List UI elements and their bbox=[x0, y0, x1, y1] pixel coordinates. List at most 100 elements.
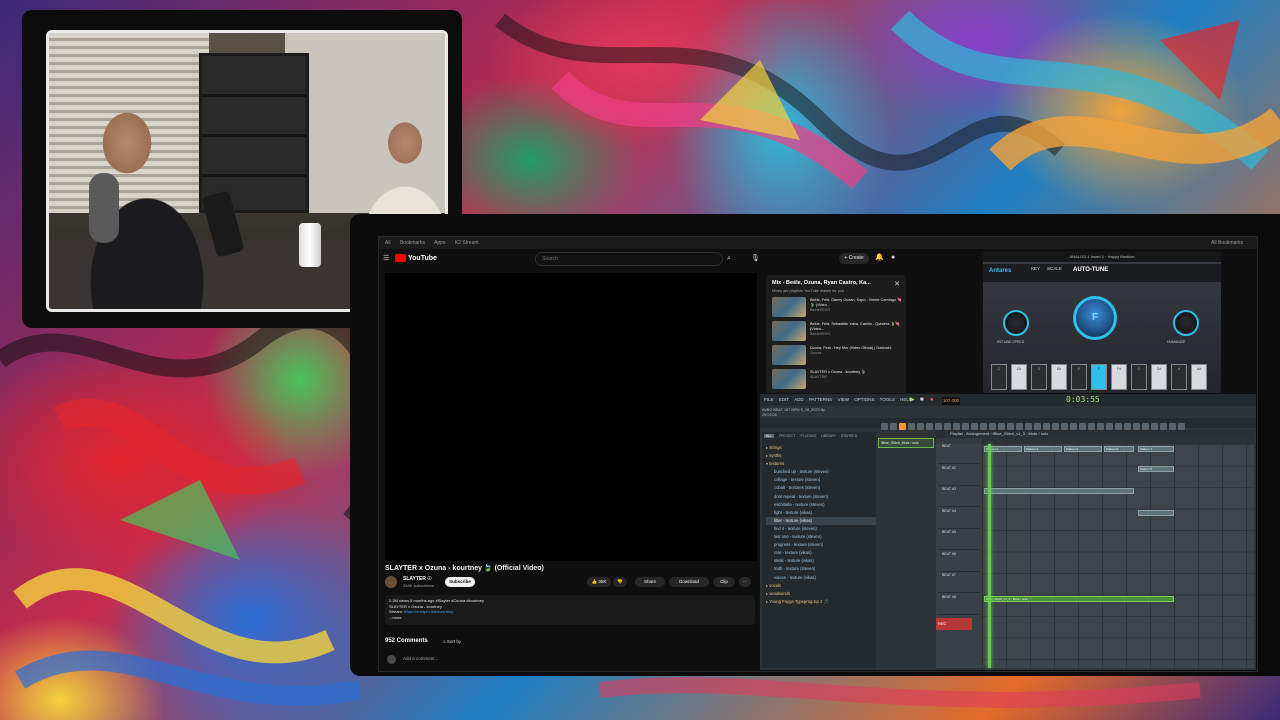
search-icon[interactable]: ⌕ bbox=[727, 254, 731, 264]
dislike-button[interactable]: 👎 bbox=[613, 577, 627, 587]
track-header[interactable]: BEAT #7 bbox=[938, 573, 980, 593]
scale-tab[interactable]: SCALE bbox=[1047, 266, 1062, 271]
browser-tab-plugins[interactable]: PLUGINS bbox=[801, 434, 816, 438]
browser-tab-starred[interactable]: STARRED bbox=[841, 434, 857, 438]
record-arm-button[interactable]: REC bbox=[936, 618, 972, 630]
tool-icon[interactable] bbox=[926, 422, 933, 430]
track-header[interactable]: BEAT bbox=[938, 444, 980, 464]
profile-icon[interactable]: ● bbox=[891, 253, 895, 263]
bookmark-apps[interactable]: Apps bbox=[434, 240, 445, 246]
tree-item[interactable]: collage - texture (steven) bbox=[766, 476, 876, 484]
clip-button[interactable]: Clip bbox=[713, 577, 735, 587]
tempo-display[interactable]: 107.000 bbox=[942, 397, 960, 405]
pattern-clip[interactable]: Pattern 3 bbox=[1064, 446, 1102, 452]
tree-item[interactable]: fight - texture (vikas) bbox=[766, 509, 876, 517]
tree-item[interactable]: static - texture (vikas) bbox=[766, 557, 876, 565]
tool-icon[interactable] bbox=[1025, 422, 1032, 430]
key-knob[interactable]: F bbox=[1073, 296, 1117, 340]
sort-by-button[interactable]: ≡ Sort by bbox=[443, 639, 461, 644]
tree-item[interactable]: last one - texture (steven) bbox=[766, 533, 876, 541]
tool-icon[interactable] bbox=[1133, 422, 1140, 430]
tool-icon[interactable] bbox=[899, 422, 906, 430]
tool-icon[interactable] bbox=[1061, 422, 1068, 430]
scale-key[interactable]: D# bbox=[1051, 364, 1067, 390]
like-button[interactable]: 👍 35K bbox=[587, 577, 611, 587]
tool-icon[interactable] bbox=[1160, 422, 1167, 430]
scale-key[interactable]: E bbox=[1071, 364, 1087, 390]
tool-icon[interactable] bbox=[1178, 422, 1185, 430]
retune-speed-knob[interactable] bbox=[1003, 310, 1029, 336]
menu-add[interactable]: ADD bbox=[794, 397, 804, 402]
channel-avatar[interactable] bbox=[385, 576, 397, 588]
preset-name[interactable]: Happy Medium bbox=[1108, 254, 1135, 259]
track-header[interactable]: BEAT #8 bbox=[938, 595, 980, 615]
tool-icon[interactable] bbox=[953, 422, 960, 430]
tool-icon[interactable] bbox=[1007, 422, 1014, 430]
tool-icon[interactable] bbox=[1097, 422, 1104, 430]
playlist-grid[interactable]: Pattern 2 Pattern 4 Pattern 3 Pattern 5 … bbox=[982, 444, 1254, 668]
stop-icon[interactable]: ■ bbox=[920, 395, 924, 405]
tool-icon[interactable] bbox=[1151, 422, 1158, 430]
channel-rack-item[interactable]: iBlue_Glitch_Mute / solo bbox=[878, 438, 934, 448]
tool-icon[interactable] bbox=[944, 422, 951, 430]
tree-item[interactable]: rare - texture (vikas) bbox=[766, 549, 876, 557]
bookmark-all[interactable]: All bbox=[385, 240, 391, 246]
menu-patterns[interactable]: PATTERNS bbox=[809, 397, 832, 402]
audio-clip[interactable]: iBlue_Glitch_v1_3 - Mute / solo bbox=[984, 596, 1174, 602]
humanize-knob[interactable] bbox=[1173, 310, 1199, 336]
track-header[interactable]: BEAT #2 bbox=[938, 466, 980, 486]
track-header[interactable]: BEAT #4 bbox=[938, 509, 980, 529]
tool-icon[interactable] bbox=[1124, 422, 1131, 430]
youtube-logo[interactable]: YouTube bbox=[395, 254, 437, 264]
tool-icon[interactable] bbox=[1034, 422, 1041, 430]
tree-folder[interactable]: ▸ Young Fayga Typeprog.zip 2 🎵 bbox=[766, 598, 876, 606]
more-actions-button[interactable]: ⋯ bbox=[739, 577, 751, 587]
notifications-icon[interactable]: 🔔 bbox=[875, 253, 884, 263]
tree-item[interactable]: dont repeat - texture (steven) bbox=[766, 493, 876, 501]
tree-folder[interactable]: ▸ woodwinds bbox=[766, 590, 876, 598]
pattern-clip[interactable] bbox=[1138, 510, 1174, 516]
scale-key[interactable]: F bbox=[1091, 364, 1107, 390]
scale-key[interactable]: A bbox=[1171, 364, 1187, 390]
tool-icon[interactable] bbox=[1169, 422, 1176, 430]
list-item[interactable]: SLAYTER x Ozuna - kourtney 🍃 SLAYTER bbox=[772, 369, 902, 391]
key-tab[interactable]: KEY bbox=[1031, 266, 1040, 271]
tool-icon[interactable] bbox=[989, 422, 996, 430]
menu-file[interactable]: FILE bbox=[764, 397, 774, 402]
tree-item[interactable]: cobalt - textures (steven) bbox=[766, 484, 876, 492]
list-item[interactable]: Beéle, Feid, Danny Ocean, Kapo - Veinte … bbox=[772, 297, 902, 319]
bookmark-bookmarks[interactable]: Bookmarks bbox=[400, 240, 425, 246]
scale-key[interactable]: C# bbox=[1011, 364, 1027, 390]
playhead[interactable] bbox=[988, 444, 991, 668]
browser-tab-all[interactable]: ALL bbox=[764, 434, 775, 438]
tool-icon[interactable] bbox=[1142, 422, 1149, 430]
description-more[interactable]: ...more bbox=[389, 615, 751, 621]
tool-icon[interactable] bbox=[917, 422, 924, 430]
scale-key[interactable]: F# bbox=[1111, 364, 1127, 390]
tree-folder[interactable]: ▸ vocals bbox=[766, 582, 876, 590]
tree-folder[interactable]: ▸ synths bbox=[766, 452, 876, 460]
stream-link[interactable]: https://onerpm.link/kourtney bbox=[404, 609, 453, 614]
tool-icon[interactable] bbox=[1106, 422, 1113, 430]
tool-icon[interactable] bbox=[980, 422, 987, 430]
channel-name[interactable]: SLAYTER ☉ bbox=[403, 576, 432, 582]
video-description[interactable]: 2.2M views 5 months ago #Slayter #Ozuna … bbox=[385, 595, 755, 625]
mix-title[interactable]: Mix - Beéle, Ozuna, Ryan Castro, Ka... bbox=[772, 280, 884, 286]
pattern-clip[interactable]: Pattern 5 bbox=[1104, 446, 1134, 452]
tool-icon[interactable] bbox=[908, 422, 915, 430]
track-header[interactable]: BEAT #3 bbox=[938, 487, 980, 507]
add-comment-input[interactable]: Add a comment... bbox=[403, 656, 438, 661]
record-icon[interactable]: ● bbox=[930, 395, 934, 405]
tool-icon[interactable] bbox=[998, 422, 1005, 430]
voice-search-icon[interactable]: 🎙 bbox=[751, 254, 760, 264]
tree-folder[interactable]: ▾ textures bbox=[766, 460, 876, 468]
tool-icon[interactable] bbox=[1088, 422, 1095, 430]
scale-key[interactable]: C bbox=[991, 364, 1007, 390]
tool-icon[interactable] bbox=[1016, 422, 1023, 430]
create-button[interactable]: + Create bbox=[839, 253, 869, 264]
pattern-clip[interactable]: Pattern 4 bbox=[1024, 446, 1062, 452]
scale-key[interactable]: D bbox=[1031, 364, 1047, 390]
scale-key[interactable]: G bbox=[1131, 364, 1147, 390]
tool-icon[interactable] bbox=[971, 422, 978, 430]
scale-key[interactable]: G# bbox=[1151, 364, 1167, 390]
